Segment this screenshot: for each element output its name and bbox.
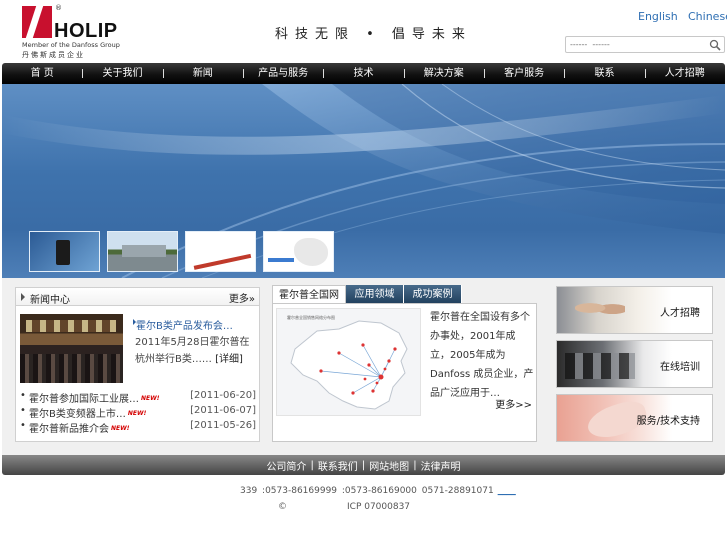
side-link-training[interactable]: 在线培训 xyxy=(556,340,713,388)
footer-email-link[interactable]: ____ xyxy=(498,486,516,496)
side-link-label: 人才招聘 xyxy=(660,308,700,319)
news-item-date: [2011-06-07] xyxy=(190,405,256,416)
nav-item-technology[interactable]: 技术 xyxy=(323,63,403,84)
brand-name: HOLIP xyxy=(54,20,118,42)
news-item-title: 霍尔普参加国际工业展… xyxy=(29,394,139,405)
banner-thumbnails xyxy=(29,231,334,272)
list-item: • 霍尔普新品推介会 NEW! [2011-05-26] xyxy=(20,420,256,435)
news-summary: 2011年5月28日霍尔普在杭州举行B类…… [详细] xyxy=(135,334,255,368)
banner-thumbnail[interactable] xyxy=(185,231,256,272)
tab-bar: 霍尔普全国网 应用领域 成功案例 xyxy=(272,285,462,304)
news-item-date: [2011-06-20] xyxy=(190,390,256,401)
news-headline-link[interactable]: 霍尔B类产品发布会… xyxy=(136,317,233,332)
footer-link-about[interactable]: 公司简介 xyxy=(266,458,306,473)
nav-item-about[interactable]: 关于我们 xyxy=(82,63,162,84)
side-link-image xyxy=(557,341,672,387)
news-panel: 新闻中心 更多» 霍尔B类产品发布会… 2011年5月28日霍尔普在杭州举行B类… xyxy=(15,287,260,442)
side-links: 人才招聘 在线培训 服务/技术支持 xyxy=(556,286,713,448)
news-panel-title: 新闻中心 xyxy=(30,295,70,306)
icp-number: ICP 07000837 xyxy=(347,502,411,512)
news-item-title: 霍尔普新品推介会 xyxy=(29,424,109,435)
banner-thumbnail[interactable] xyxy=(107,231,178,272)
language-chinese-link[interactable]: Chinese xyxy=(688,10,727,23)
news-item-title: 霍尔B类变频器上市… xyxy=(29,409,126,420)
search-input[interactable] xyxy=(570,38,704,51)
header: ® HOLIP Member of the Danfoss Group 丹佛斯成… xyxy=(0,0,727,62)
search-icon[interactable] xyxy=(709,39,721,51)
bullet-icon: • xyxy=(20,405,26,416)
registered-mark: ® xyxy=(55,4,62,12)
search-box xyxy=(565,36,725,53)
bullet-icon: • xyxy=(20,390,26,401)
news-list: • 霍尔普参加国际工业展… NEW! [2011-06-20] • 霍尔B类变频器… xyxy=(20,390,256,435)
footer-link-legal[interactable]: 法律声明 xyxy=(421,458,461,473)
nav-item-products[interactable]: 产品与服务 xyxy=(242,63,323,84)
news-item-link[interactable]: 霍尔B类变频器上市… NEW! xyxy=(29,405,146,420)
footer-separator: | xyxy=(413,459,417,471)
footer-contact-line: 339 :0573-86169999 :0573-86169000 0571-2… xyxy=(240,486,516,496)
side-link-label: 在线培训 xyxy=(660,362,700,373)
holip-logo-mark xyxy=(22,6,52,38)
side-link-recruitment[interactable]: 人才招聘 xyxy=(556,286,713,334)
footer-link-sitemap[interactable]: 网站地图 xyxy=(369,458,409,473)
nav-item-solutions[interactable]: 解决方案 xyxy=(403,63,484,84)
map-caption: 霍尔普全国销售网络分布图 xyxy=(287,315,335,320)
tab-network[interactable]: 霍尔普全国网 xyxy=(272,285,346,304)
nav-item-news[interactable]: 新闻 xyxy=(162,63,243,84)
side-link-support[interactable]: 服务/技术支持 xyxy=(556,394,713,442)
footer-links-bar: 公司简介 | 联系我们 | 网站地图 | 法律声明 xyxy=(2,455,725,475)
bullet-icon: • xyxy=(20,420,26,431)
news-more-link[interactable]: 更多» xyxy=(229,290,255,305)
news-panel-header: 新闻中心 更多» xyxy=(16,288,259,306)
news-item-date: [2011-05-26] xyxy=(190,420,256,431)
tab-applications[interactable]: 应用领域 xyxy=(346,285,404,304)
new-badge: NEW! xyxy=(111,425,130,432)
footer-copyright-line: © ICP 07000837 xyxy=(278,502,410,512)
nav-item-jobs[interactable]: 人才招聘 xyxy=(644,63,725,84)
side-link-label: 服务/技术支持 xyxy=(636,416,700,427)
list-item: • 霍尔普参加国际工业展… NEW! [2011-06-20] xyxy=(20,390,256,405)
slogan: 科技无限 • 倡导未来 xyxy=(275,27,472,42)
nav-item-home[interactable]: 首 页 xyxy=(2,63,82,84)
member-line: Member of the Danfoss Group xyxy=(22,41,120,49)
hero-banner xyxy=(2,84,725,278)
nav-item-contact[interactable]: 联系 xyxy=(564,63,644,84)
china-map-image[interactable]: 霍尔普全国销售网络分布图 xyxy=(276,308,421,416)
footer-contact-text: 339 :0573-86169999 :0573-86169000 0571-2… xyxy=(240,486,494,496)
tab-cases[interactable]: 成功案例 xyxy=(404,285,462,304)
copyright-symbol: © xyxy=(278,502,287,512)
member-line-cn: 丹佛斯成员企业 xyxy=(22,51,85,59)
new-badge: NEW! xyxy=(141,395,160,402)
holip-logo[interactable]: ® HOLIP Member of the Danfoss Group 丹佛斯成… xyxy=(20,4,132,60)
tab-box: 霍尔普全国网 应用领域 成功案例 霍尔普全国销售网络分布图 霍尔普在全国设有多个… xyxy=(272,285,537,442)
news-item-link[interactable]: 霍尔普参加国际工业展… NEW! xyxy=(29,390,159,405)
nav-item-service[interactable]: 客户服务 xyxy=(483,63,564,84)
triangle-right-icon xyxy=(21,293,25,301)
news-photo[interactable] xyxy=(20,314,123,383)
map-graphic xyxy=(290,320,408,410)
news-item-link[interactable]: 霍尔普新品推介会 NEW! xyxy=(29,420,129,435)
page-bottom xyxy=(0,515,727,545)
news-detail-link[interactable]: [详细] xyxy=(215,354,243,365)
content-area: 新闻中心 更多» 霍尔B类产品发布会… 2011年5月28日霍尔普在杭州举行B类… xyxy=(2,278,725,455)
footer-separator: | xyxy=(361,459,366,471)
footer-separator: | xyxy=(310,459,314,471)
language-english-link[interactable]: English xyxy=(638,10,678,23)
new-badge: NEW! xyxy=(127,410,147,417)
footer-link-contact[interactable]: 联系我们 xyxy=(318,458,358,473)
side-link-image xyxy=(557,287,672,333)
main-nav: 首 页 关于我们 新闻 产品与服务 技术 解决方案 客户服务 联系 人才招聘 xyxy=(2,63,725,84)
tab-panel: 霍尔普全国销售网络分布图 霍尔普在全国设有多个办事处，2001年成立，2005年… xyxy=(272,303,537,442)
network-more-link[interactable]: 更多>> xyxy=(495,396,532,411)
network-intro: 霍尔普在全国设有多个办事处，2001年成立，2005年成为Danfoss 成员企… xyxy=(430,312,534,399)
banner-thumbnail[interactable] xyxy=(263,231,334,272)
list-item: • 霍尔B类变频器上市… NEW! [2011-06-07] xyxy=(20,405,256,420)
banner-thumbnail[interactable] xyxy=(29,231,100,272)
